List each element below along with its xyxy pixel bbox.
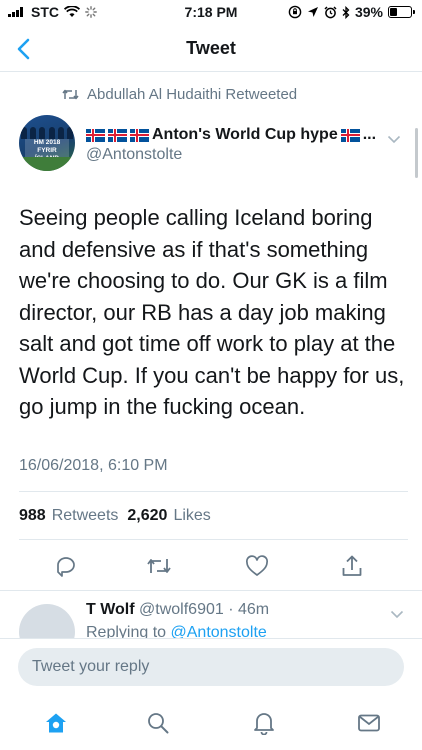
author-handle[interactable]: @Antonstolte	[86, 146, 182, 164]
status-right: 39%	[288, 4, 415, 20]
divider	[19, 491, 408, 492]
nav-bar: Tweet	[0, 26, 422, 72]
iceland-flag-icon	[130, 128, 149, 142]
avatar-pitch	[19, 157, 75, 171]
like-button[interactable]	[242, 551, 272, 581]
reply-composer-bar: Tweet your reply	[0, 638, 422, 696]
status-bar: STC 7:18 PM 39%	[0, 0, 422, 26]
mail-icon	[358, 714, 380, 732]
tweet-text: Seeing people calling Iceland boring and…	[19, 205, 405, 419]
location-icon	[307, 7, 318, 17]
divider	[19, 539, 408, 540]
share-button[interactable]	[337, 551, 367, 581]
tweet-timestamp: 16/06/2018, 6:10 PM	[19, 457, 168, 474]
reply-input-placeholder: Tweet your reply	[32, 658, 150, 675]
retweet-button[interactable]	[144, 551, 174, 581]
reply-input[interactable]: Tweet your reply	[18, 648, 404, 686]
likes-label[interactable]: Likes	[173, 507, 210, 525]
likes-count[interactable]: 2,620	[127, 507, 167, 525]
author-display-name[interactable]: Anton's World Cup hype ...	[86, 126, 386, 144]
page-title: Tweet	[186, 38, 236, 58]
reply-options-button[interactable]	[390, 606, 404, 624]
tweet-stats: 988 Retweets 2,620 Likes	[19, 507, 214, 525]
tab-messages[interactable]	[354, 708, 384, 738]
bell-icon	[254, 713, 274, 735]
iceland-flag-icon	[86, 128, 105, 142]
heart-icon	[246, 555, 268, 576]
tab-notifications[interactable]	[249, 708, 279, 738]
author-name-ellipsis: ...	[362, 126, 377, 143]
home-icon	[46, 713, 66, 733]
reply-icon	[57, 557, 75, 577]
reply-meta: @twolf6901 · 46m	[139, 601, 270, 618]
alarm-icon	[324, 5, 337, 18]
retweets-label[interactable]: Retweets	[52, 507, 119, 525]
screen-lock-icon	[288, 5, 302, 19]
tab-search[interactable]	[143, 708, 173, 738]
author-avatar[interactable]: HM 2018 FYRIR ÍSLAND	[19, 115, 75, 171]
battery-percent: 39%	[354, 4, 383, 20]
retweets-count[interactable]: 988	[19, 507, 46, 525]
retweet-icon	[62, 89, 79, 100]
avatar-crowd	[19, 121, 75, 139]
share-icon	[342, 555, 362, 576]
author-name-text: Anton's World Cup hype	[152, 126, 338, 143]
battery-fill	[390, 8, 397, 16]
section-divider	[0, 590, 422, 591]
iceland-flag-icon	[108, 128, 127, 142]
chevron-down-icon	[387, 135, 401, 144]
chevron-down-icon	[390, 610, 404, 619]
tab-home[interactable]	[41, 708, 71, 738]
retweet-icon	[147, 559, 171, 573]
scroll-indicator	[415, 128, 418, 178]
iceland-flag-icon	[340, 128, 360, 142]
tab-bar	[0, 696, 422, 750]
search-icon	[148, 713, 169, 734]
tweet-actions	[0, 551, 422, 581]
reply-author-name: T Wolf	[86, 601, 135, 618]
tweet-options-button[interactable]	[387, 131, 401, 149]
battery-icon	[388, 6, 415, 18]
retweet-context[interactable]: Abdullah Al Hudaithi Retweeted	[62, 86, 297, 103]
reply-header[interactable]: T Wolf @twolf6901 · 46m	[86, 601, 269, 619]
bluetooth-icon	[342, 5, 350, 19]
reply-button[interactable]	[51, 551, 81, 581]
retweeted-by-label: Abdullah Al Hudaithi Retweeted	[87, 86, 298, 103]
